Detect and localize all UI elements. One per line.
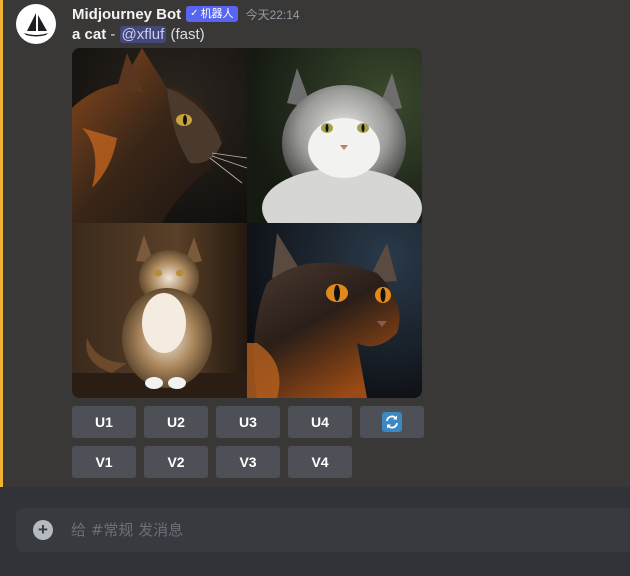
message-composer: + xyxy=(16,508,630,552)
upscale-button-4[interactable]: U4 xyxy=(288,406,352,438)
bot-badge-label: 机器人 xyxy=(200,8,234,20)
separator-text: - xyxy=(106,26,120,43)
cat-image-1[interactable] xyxy=(72,48,247,223)
bot-badge: ✓ 机器人 xyxy=(186,6,238,22)
author-name[interactable]: Midjourney Bot xyxy=(72,6,181,23)
add-attachment-icon[interactable]: + xyxy=(33,520,53,540)
verified-check-icon: ✓ xyxy=(190,8,199,19)
variation-button-row: V1 V2 V3 V4 xyxy=(72,446,352,478)
user-mention[interactable]: @xfluf xyxy=(119,26,167,43)
variation-button-2[interactable]: V2 xyxy=(144,446,208,478)
message-timestamp[interactable]: 今天22:14 xyxy=(246,6,300,23)
upscale-button-2[interactable]: U2 xyxy=(144,406,208,438)
cat-image-3[interactable] xyxy=(72,223,247,398)
cat-image-4[interactable] xyxy=(247,223,422,398)
cat-image-2[interactable] xyxy=(247,48,422,223)
variation-button-1[interactable]: V1 xyxy=(72,446,136,478)
bot-avatar[interactable] xyxy=(16,4,56,44)
image-grid[interactable] xyxy=(72,48,422,398)
prompt-text: a cat xyxy=(72,26,107,43)
variation-button-3[interactable]: V3 xyxy=(216,446,280,478)
message-content: a cat - @xfluf (fast) xyxy=(72,25,205,45)
message-header: Midjourney Bot ✓ 机器人 今天22:14 xyxy=(72,4,300,24)
variation-button-4[interactable]: V4 xyxy=(288,446,352,478)
upscale-button-1[interactable]: U1 xyxy=(72,406,136,438)
refresh-icon xyxy=(382,412,402,432)
upscale-button-3[interactable]: U3 xyxy=(216,406,280,438)
reroll-button[interactable] xyxy=(360,406,424,438)
sailboat-icon xyxy=(24,13,48,37)
message-input[interactable] xyxy=(71,521,630,539)
upscale-button-row: U1 U2 U3 U4 xyxy=(72,406,424,438)
mode-text: (fast) xyxy=(166,26,205,43)
